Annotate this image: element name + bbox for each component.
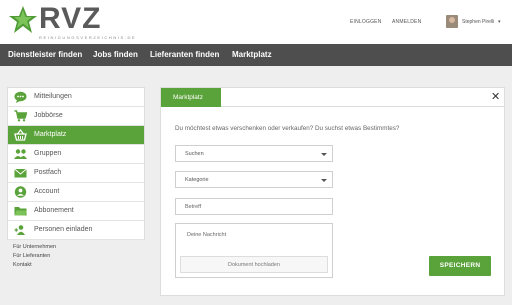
sidebar-item-account[interactable]: Account (8, 183, 144, 202)
logo-text: RVZ (39, 2, 102, 35)
sidebar-item-mitteilungen[interactable]: Mitteilungen (8, 88, 144, 107)
sidebar-item-marktplatz[interactable]: Marktplatz (8, 126, 144, 145)
upload-button[interactable]: Dokument hochladen (180, 256, 328, 273)
nav-item-marktplatz[interactable]: Marktplatz (232, 50, 272, 59)
login-link[interactable]: EINLOGGEN (350, 19, 382, 25)
chevron-down-icon (321, 153, 327, 156)
sidebar-item-label: Personen einladen (34, 226, 93, 233)
sidebar-item-label: Jobbörse (34, 112, 63, 119)
sidebar-item-einladen[interactable]: Personen einladen (8, 221, 144, 240)
sidebar-item-label: Postfach (34, 169, 62, 176)
basket-icon (14, 129, 27, 141)
nav-item-lieferanten[interactable]: Lieferanten finden (150, 50, 219, 59)
sidebar-item-label: Gruppen (34, 150, 62, 157)
user-circle-icon (14, 186, 27, 198)
sidebar-item-postfach[interactable]: Postfach (8, 164, 144, 183)
sidebar-item-label: Abbonement (34, 207, 74, 214)
question-text: Du möchtest etwas verschenken oder verka… (175, 125, 400, 132)
nav-item-dienstleister[interactable]: Dienstleister finden (8, 50, 82, 59)
user-name[interactable]: Stephen Pirelli (462, 19, 494, 25)
logo-subtitle: REINIGUNGSVERZEICHNIS.DE (39, 35, 137, 40)
sidebar-item-gruppen[interactable]: Gruppen (8, 145, 144, 164)
link-unternehmen[interactable]: Für Unternehmen (13, 244, 56, 250)
top-header: RVZ REINIGUNGSVERZEICHNIS.DE EINLOGGEN A… (0, 0, 512, 44)
upload-label: Dokument hochladen (228, 262, 280, 268)
envelope-icon (14, 168, 27, 178)
nav-item-jobs[interactable]: Jobs finden (93, 50, 138, 59)
chevron-down-icon (321, 179, 327, 182)
add-user-icon (14, 225, 25, 235)
sidebar-item-label: Account (34, 188, 60, 195)
logo[interactable]: RVZ REINIGUNGSVERZEICHNIS.DE (8, 2, 135, 41)
group-icon (14, 149, 27, 159)
marktplatz-panel: Marktplatz ✕ Du möchtest etwas verschenk… (160, 87, 505, 296)
tab-marktplatz[interactable]: Marktplatz (161, 88, 221, 107)
subject-input[interactable]: Betreff (175, 198, 333, 215)
save-button[interactable]: SPEICHERN (429, 256, 491, 276)
sidebar-item-label: Marktplatz (34, 131, 67, 138)
category-select-value: Kategorie (185, 177, 209, 183)
cart-icon (14, 110, 27, 122)
message-textarea[interactable]: Deine Nachricht Dokument hochladen (175, 223, 333, 278)
star-logo-icon (9, 6, 37, 33)
sidebar-item-label: Mitteilungen (34, 93, 72, 100)
close-icon[interactable]: ✕ (491, 90, 500, 103)
save-label: SPEICHERN (439, 262, 481, 269)
link-kontakt[interactable]: Kontakt (13, 262, 32, 268)
message-placeholder: Deine Nachricht (187, 232, 227, 238)
divider (221, 106, 504, 107)
sidebar-item-jobboerse[interactable]: Jobbörse (8, 107, 144, 126)
type-select[interactable]: Suchen (175, 145, 333, 162)
tab-label: Marktplatz (173, 94, 203, 101)
folder-icon (14, 207, 27, 216)
link-lieferanten[interactable]: Für Lieferanten (13, 253, 50, 259)
sidebar-item-abbonement[interactable]: Abbonement (8, 202, 144, 221)
register-link[interactable]: ANMELDEN (392, 19, 421, 25)
chat-bubble-icon (14, 91, 27, 103)
type-select-value: Suchen (185, 151, 204, 157)
sidebar: Mitteilungen Jobbörse Marktplatz Gruppen (7, 87, 145, 240)
category-select[interactable]: Kategorie (175, 171, 333, 188)
chevron-down-icon[interactable]: ▾ (498, 19, 501, 25)
subject-placeholder: Betreff (185, 204, 202, 210)
avatar[interactable] (446, 15, 458, 28)
main-nav: Dienstleister finden Jobs finden Liefera… (0, 44, 512, 66)
